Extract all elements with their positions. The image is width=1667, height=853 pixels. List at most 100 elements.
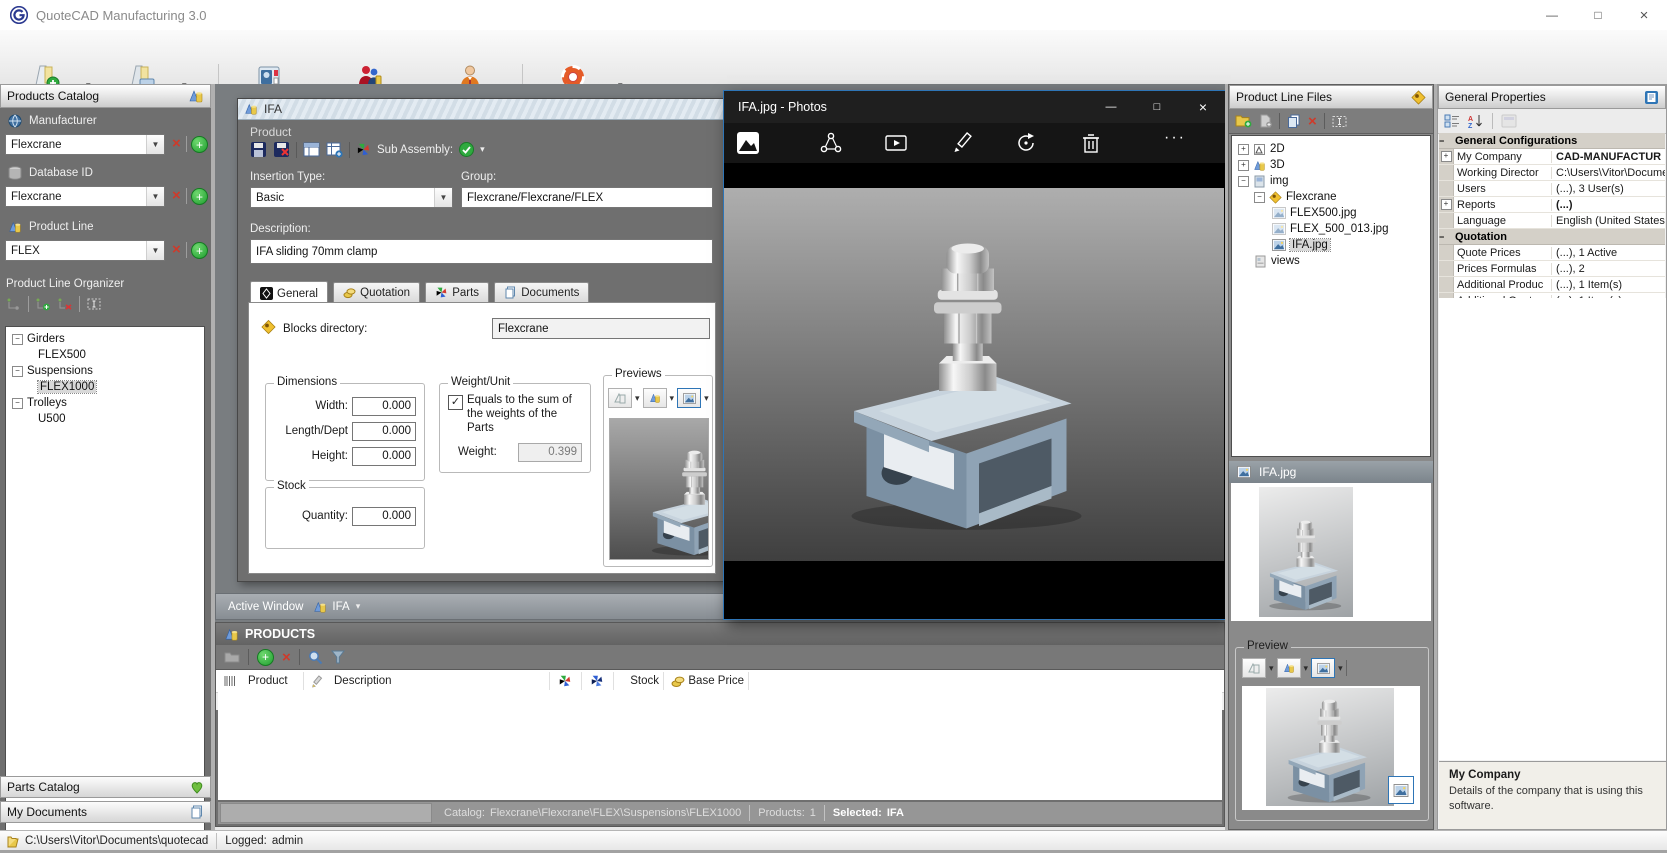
chevron-down-icon[interactable]: ▾ [635,393,640,404]
chevron-down-icon[interactable]: ▾ [1269,663,1274,674]
maximize-button[interactable]: □ [1575,0,1621,30]
column-description[interactable]: Description [334,670,392,692]
manufacturer-add-icon[interactable]: + [191,136,208,153]
ifa-window-titlebar[interactable]: IFA [238,99,724,120]
preview-2d-button[interactable] [608,388,632,408]
parts-catalog-bar[interactable]: Parts Catalog [0,776,211,798]
organizer-node-icon[interactable] [6,297,22,311]
tree-item-u500[interactable]: U500 [12,411,204,427]
image-badge-icon[interactable] [1388,776,1414,804]
chevron-down-icon[interactable]: ▾ [1338,663,1343,674]
chevron-down-icon[interactable]: ▼ [146,135,164,154]
plf-delete-icon[interactable]: × [1308,114,1317,129]
right-splitter[interactable] [1225,84,1228,830]
collapse-icon[interactable]: − [1439,136,1453,146]
quantity-field[interactable]: 0.000 [352,507,416,526]
database-delete-icon[interactable]: × [172,188,181,203]
sub-assembly-dropdown-icon[interactable]: ▾ [480,144,485,155]
photos-collection-icon[interactable] [736,131,760,155]
column-product[interactable]: Product [248,670,288,692]
gp-row-working-directory[interactable]: Working Director C:\Users\Vitor\Documen [1439,165,1665,181]
edit-icon[interactable] [949,131,973,155]
group-field[interactable]: Flexcrane/Flexcrane/FLEX [461,187,713,208]
rename-icon[interactable] [1332,115,1347,128]
tree-item-flex500[interactable]: FLEX500 [12,347,204,363]
tree-item-2d[interactable]: + 2D [1238,141,1430,157]
datasheet-add-icon[interactable] [326,141,343,158]
gp-row-reports[interactable]: + Reports (...) [1439,197,1665,213]
length-field[interactable]: 0.000 [352,422,416,441]
tree-item-3d[interactable]: + 3D [1238,157,1430,173]
open-product-icon[interactable] [224,650,240,664]
collapse-icon[interactable]: − [12,366,23,377]
my-documents-bar[interactable]: My Documents [0,801,211,823]
categorized-view-icon[interactable] [1444,114,1460,128]
tree-item-flex1000[interactable]: FLEX1000 [12,379,204,395]
preview-3d-button[interactable] [1277,658,1301,678]
collapse-icon[interactable]: − [12,398,23,409]
tree-item-suspensions[interactable]: − Suspensions [12,363,204,379]
database-combo[interactable]: Flexcrane ▼ [5,186,165,207]
tree-item-girders[interactable]: − Girders [12,331,204,347]
preview-image-button[interactable] [677,388,701,408]
more-icon[interactable]: ··· [1164,129,1186,147]
add-folder-icon[interactable] [1235,114,1252,128]
delete-product-icon[interactable]: × [282,650,291,665]
minimize-button[interactable]: — [1529,0,1575,30]
chevron-down-icon[interactable]: ▼ [146,241,164,260]
add-file-icon[interactable] [1259,114,1272,128]
collapse-icon[interactable]: − [1254,192,1265,203]
slideshow-icon[interactable] [884,131,908,155]
photos-close-button[interactable]: × [1180,91,1226,123]
gp-category[interactable]: − General Configurations [1439,133,1665,149]
gp-category[interactable]: − Quotation [1439,229,1665,245]
collapse-icon[interactable]: − [12,334,23,345]
gp-row-my-company[interactable]: + My Company CAD-MANUFACTUR [1439,149,1665,165]
search-icon[interactable] [308,650,323,665]
close-button[interactable]: × [1621,0,1667,30]
collapse-icon[interactable]: − [1238,176,1249,187]
tab-documents[interactable]: Documents [494,282,589,303]
tab-quotation[interactable]: Quotation [333,282,420,303]
sub-assembly-status-icon[interactable] [459,142,474,157]
blocks-directory-combo[interactable]: Flexcrane [492,318,710,339]
tab-parts[interactable]: Parts [425,282,489,303]
organizer-add-node-icon[interactable] [35,297,51,311]
expand-icon[interactable]: + [1441,199,1452,210]
expand-icon[interactable]: + [1238,144,1249,155]
gp-row-quote-prices[interactable]: Quote Prices (...), 1 Active [1439,245,1665,261]
manufacturer-combo[interactable]: Flexcrane ▼ [5,134,165,155]
tree-item-views[interactable]: views [1238,253,1430,269]
description-field[interactable]: IFA sliding 70mm clamp [250,239,713,264]
manufacturer-delete-icon[interactable]: × [172,136,181,151]
tree-item-flex500jpg[interactable]: FLEX500.jpg [1238,205,1430,221]
insertion-type-combo[interactable]: Basic ▼ [250,187,453,208]
chevron-down-icon[interactable]: ▼ [146,187,164,206]
tree-item-ifajpg[interactable]: IFA.jpg [1238,237,1430,253]
expand-icon[interactable]: + [1441,151,1452,162]
gp-row-additional-products[interactable]: Additional Produc (...), 1 Item(s) [1439,277,1665,293]
column-base-price[interactable]: Base Price [686,670,744,692]
alphabetical-sort-icon[interactable]: AZ [1468,114,1484,128]
width-field[interactable]: 0.000 [352,397,416,416]
photos-minimize-button[interactable]: — [1088,91,1134,123]
tree-item-trolleys[interactable]: − Trolleys [12,395,204,411]
filter-icon[interactable] [331,650,345,664]
rotate-icon[interactable] [1014,131,1038,155]
gp-row-prices-formulas[interactable]: Prices Formulas (...), 2 [1439,261,1665,277]
chevron-down-icon[interactable]: ▼ [434,188,452,207]
photos-titlebar[interactable]: IFA.jpg - Photos — □ × [724,91,1226,123]
chevron-down-icon[interactable]: ▾ [704,393,709,404]
column-stock[interactable]: Stock [613,670,659,692]
height-field[interactable]: 0.000 [352,447,416,466]
preview-2d-button[interactable] [1242,658,1266,678]
add-product-icon[interactable]: + [257,649,274,666]
chevron-down-icon[interactable]: ▾ [670,393,675,404]
tree-item-img[interactable]: − img [1238,173,1430,189]
copy-icon[interactable] [1287,114,1301,128]
tree-item-flex500013jpg[interactable]: FLEX_500_013.jpg [1238,221,1430,237]
weight-sum-checkbox[interactable]: ✓ [448,395,463,410]
save-icon[interactable] [250,141,267,158]
column-parts-icon[interactable] [590,670,604,692]
gp-row-language[interactable]: Language English (United States) [1439,213,1665,229]
